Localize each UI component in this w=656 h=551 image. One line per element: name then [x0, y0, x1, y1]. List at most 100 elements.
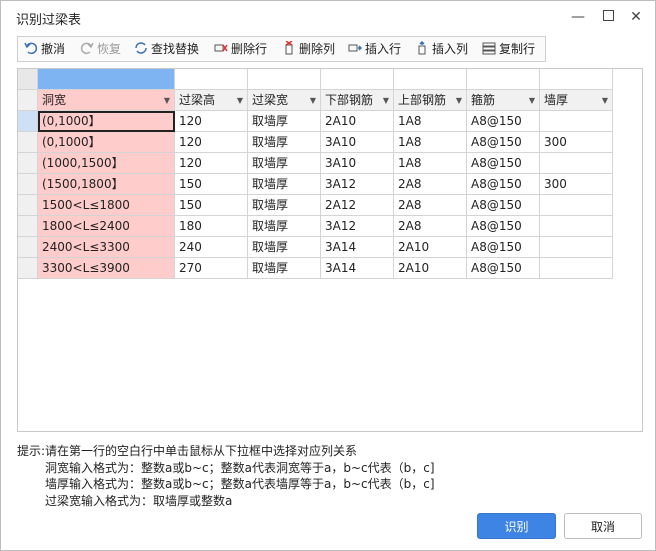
column-mapping-cell[interactable]: [175, 69, 248, 90]
table-cell[interactable]: 取墙厚: [248, 237, 321, 258]
dropdown-arrow-icon[interactable]: ▼: [164, 91, 170, 110]
table-cell[interactable]: 150: [175, 195, 248, 216]
table-cell[interactable]: 1A8: [394, 132, 467, 153]
column-mapping-cell[interactable]: [248, 69, 321, 90]
table-cell[interactable]: 2A10: [394, 258, 467, 279]
table-cell[interactable]: 120: [175, 153, 248, 174]
table-cell[interactable]: 240: [175, 237, 248, 258]
dropdown-arrow-icon[interactable]: ▼: [237, 91, 243, 110]
dropdown-arrow-icon[interactable]: ▼: [529, 91, 535, 110]
insert-col-button[interactable]: 插入列: [415, 37, 468, 61]
redo-button[interactable]: 恢复: [80, 37, 121, 61]
table-cell[interactable]: 1800<L≤2400: [38, 216, 175, 237]
row-header[interactable]: [18, 174, 38, 195]
table-cell[interactable]: 2A8: [394, 216, 467, 237]
table-cell[interactable]: A8@150: [467, 237, 540, 258]
row-header[interactable]: [18, 237, 38, 258]
column-header[interactable]: 上部钢筋 ▼: [394, 90, 467, 111]
dropdown-arrow-icon[interactable]: ▼: [383, 91, 389, 110]
table-cell[interactable]: 2A8: [394, 195, 467, 216]
table-cell[interactable]: [540, 111, 613, 132]
table-cell[interactable]: A8@150: [467, 132, 540, 153]
table-cell[interactable]: 300: [540, 132, 613, 153]
close-icon[interactable]: ✕: [626, 7, 646, 27]
table-cell[interactable]: [540, 195, 613, 216]
table-cell[interactable]: 取墙厚: [248, 132, 321, 153]
table-cell[interactable]: 120: [175, 111, 248, 132]
undo-button[interactable]: 撤消: [24, 37, 65, 61]
table-cell[interactable]: A8@150: [467, 153, 540, 174]
table-cell[interactable]: 300: [540, 174, 613, 195]
delete-row-button[interactable]: 删除行: [214, 37, 267, 61]
column-header[interactable]: 墙厚 ▼: [540, 90, 613, 111]
maximize-icon[interactable]: [598, 7, 618, 27]
row-header[interactable]: [18, 111, 38, 132]
table-cell[interactable]: A8@150: [467, 174, 540, 195]
copy-row-button[interactable]: 复制行: [482, 37, 535, 61]
table-cell[interactable]: 取墙厚: [248, 195, 321, 216]
row-header[interactable]: [18, 258, 38, 279]
column-header[interactable]: 过梁高 ▼: [175, 90, 248, 111]
table-cell[interactable]: 3A14: [321, 258, 394, 279]
table-cell[interactable]: 180: [175, 216, 248, 237]
recognize-button[interactable]: 识别: [477, 513, 556, 539]
dropdown-arrow-icon[interactable]: ▼: [456, 91, 462, 110]
table-cell[interactable]: (0,1000】: [38, 132, 175, 153]
delete-col-button[interactable]: 删除列: [282, 37, 335, 61]
table-cell[interactable]: 取墙厚: [248, 258, 321, 279]
row-header[interactable]: [18, 195, 38, 216]
row-header[interactable]: [18, 153, 38, 174]
table-cell[interactable]: [540, 237, 613, 258]
table-cell[interactable]: [540, 216, 613, 237]
cancel-button[interactable]: 取消: [564, 513, 642, 539]
table-cell[interactable]: 取墙厚: [248, 174, 321, 195]
row-header[interactable]: [18, 216, 38, 237]
column-mapping-cell[interactable]: [38, 69, 175, 90]
column-mapping-cell[interactable]: [394, 69, 467, 90]
table-cell[interactable]: 120: [175, 132, 248, 153]
table-cell[interactable]: [540, 258, 613, 279]
table-cell[interactable]: 1500<L≤1800: [38, 195, 175, 216]
table-cell[interactable]: 2A10: [321, 111, 394, 132]
column-header[interactable]: 过梁宽 ▼: [248, 90, 321, 111]
table-cell[interactable]: 270: [175, 258, 248, 279]
insert-col-icon: [418, 41, 426, 55]
column-header[interactable]: 箍筋 ▼: [467, 90, 540, 111]
table-cell[interactable]: 取墙厚: [248, 111, 321, 132]
table-cell[interactable]: A8@150: [467, 216, 540, 237]
table-cell[interactable]: 2A12: [321, 195, 394, 216]
insert-row-button[interactable]: 插入行: [348, 37, 401, 61]
table-cell[interactable]: 3A12: [321, 216, 394, 237]
column-mapping-cell[interactable]: [321, 69, 394, 90]
table-cell[interactable]: 取墙厚: [248, 153, 321, 174]
dropdown-arrow-icon[interactable]: ▼: [602, 91, 608, 110]
row-header[interactable]: [18, 132, 38, 153]
table-cell[interactable]: 取墙厚: [248, 216, 321, 237]
dropdown-arrow-icon[interactable]: ▼: [310, 91, 316, 110]
column-mapping-cell[interactable]: [540, 69, 613, 90]
minimize-icon[interactable]: —: [568, 7, 588, 27]
table-cell[interactable]: 2A10: [394, 237, 467, 258]
table-cell[interactable]: 3300<L≤3900: [38, 258, 175, 279]
table-cell[interactable]: (1000,1500】: [38, 153, 175, 174]
table-cell[interactable]: A8@150: [467, 195, 540, 216]
find-replace-button[interactable]: 查找替换: [134, 37, 199, 61]
column-header[interactable]: 下部钢筋 ▼: [321, 90, 394, 111]
table-cell[interactable]: 1A8: [394, 111, 467, 132]
table-cell[interactable]: 3A10: [321, 132, 394, 153]
table-cell[interactable]: [540, 153, 613, 174]
table-cell[interactable]: 3A10: [321, 153, 394, 174]
column-mapping-cell[interactable]: [467, 69, 540, 90]
table-cell[interactable]: 2A8: [394, 174, 467, 195]
table-cell[interactable]: 2400<L≤3300: [38, 237, 175, 258]
table-cell[interactable]: 3A14: [321, 237, 394, 258]
column-header[interactable]: 洞宽 ▼: [38, 90, 175, 111]
table-cell[interactable]: 150: [175, 174, 248, 195]
table-cell[interactable]: (1500,1800】: [38, 174, 175, 195]
table-cell[interactable]: (0,1000】: [38, 111, 175, 132]
table-cell[interactable]: A8@150: [467, 111, 540, 132]
table-cell[interactable]: 3A12: [321, 174, 394, 195]
dialog-title: 识别过梁表: [16, 13, 82, 28]
table-cell[interactable]: 1A8: [394, 153, 467, 174]
table-cell[interactable]: A8@150: [467, 258, 540, 279]
